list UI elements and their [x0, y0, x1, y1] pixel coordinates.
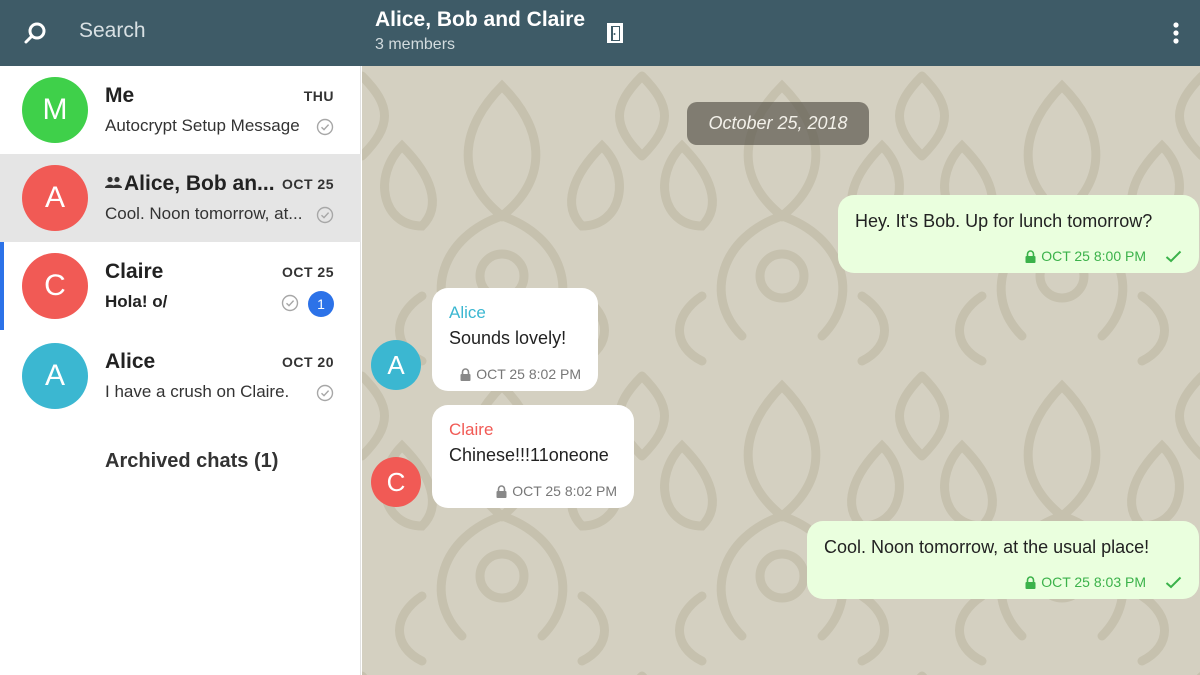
chat-member-count: 3 members: [375, 36, 456, 53]
chat-list: M Me THU Autocrypt Setup Message A Alice…: [0, 66, 361, 675]
chat-name: Me: [105, 84, 135, 107]
date-separator: October 25, 2018: [687, 102, 869, 145]
chat-name: Alice: [105, 350, 156, 373]
message-time: OCT 25 8:02 PM: [512, 483, 617, 499]
message-time: OCT 25 8:03 PM: [1041, 574, 1146, 590]
avatar: C: [22, 253, 88, 319]
search-input[interactable]: Search: [79, 19, 146, 43]
chat-title[interactable]: Alice, Bob and Claire: [375, 8, 585, 32]
archived-chats-link[interactable]: Archived chats (1): [105, 450, 278, 473]
incoming-message-bubble[interactable]: Claire Chinese!!!11oneone OCT 25 8:02 PM: [432, 405, 634, 508]
check-icon: [1165, 576, 1182, 588]
message-meta: OCT 25 8:00 PM: [1025, 248, 1182, 264]
chat-list-item[interactable]: C Claire OCT 25 Hola! o/ 1: [0, 242, 361, 330]
lock-icon: [1025, 575, 1036, 589]
chat-date: OCT 20: [281, 354, 334, 370]
chat-list-item[interactable]: M Me THU Autocrypt Setup Message: [0, 66, 361, 154]
chat-preview: Hola! o/: [105, 292, 168, 311]
message-text: Sounds lovely!: [449, 328, 567, 348]
menu-icon[interactable]: [1166, 20, 1186, 46]
chat-preview: Cool. Noon tomorrow, at...: [105, 204, 303, 223]
delivered-icon: [316, 118, 334, 136]
lock-icon: [496, 484, 507, 498]
chat-date: OCT 25: [281, 264, 334, 280]
message-text: Hey. It's Bob. Up for lunch tomorrow?: [855, 211, 1153, 231]
outgoing-message-bubble[interactable]: Hey. It's Bob. Up for lunch tomorrow? OC…: [838, 195, 1199, 273]
sender-avatar[interactable]: A: [371, 340, 421, 390]
avatar: A: [22, 343, 88, 409]
top-bar: Search Alice, Bob and Claire 3 members: [0, 0, 1200, 66]
delivered-icon: [316, 384, 334, 402]
search-icon[interactable]: [23, 20, 49, 46]
chat-list-item[interactable]: A Alice OCT 20 I have a crush on Claire.: [0, 332, 361, 420]
avatar: M: [22, 77, 88, 143]
message-meta: OCT 25 8:02 PM: [496, 483, 617, 499]
message-text: Cool. Noon tomorrow, at the usual place!: [824, 537, 1150, 557]
chat-name-text: Alice, Bob an...: [124, 172, 275, 195]
message-meta: OCT 25 8:03 PM: [1025, 574, 1182, 590]
sender-name[interactable]: Alice: [449, 303, 486, 323]
chat-preview: I have a crush on Claire.: [105, 382, 290, 401]
check-icon: [1165, 250, 1182, 262]
chat-list-item-selected[interactable]: A Alice, Bob an... OCT 25 Cool. Noon tom…: [0, 154, 361, 242]
chat-date: OCT 25: [281, 176, 334, 192]
chat-name: Alice, Bob an...: [105, 172, 275, 196]
outgoing-message-bubble[interactable]: Cool. Noon tomorrow, at the usual place!…: [807, 521, 1199, 599]
lock-icon: [1025, 249, 1036, 263]
unread-badge: 1: [308, 291, 334, 317]
avatar: A: [22, 165, 88, 231]
delivered-icon: [281, 294, 299, 312]
delivered-icon: [316, 206, 334, 224]
chat-preview: Autocrypt Setup Message: [105, 116, 300, 135]
conversation-pane: October 25, 2018 Hey. It's Bob. Up for l…: [362, 66, 1200, 675]
message-time: OCT 25 8:02 PM: [476, 366, 581, 382]
message-meta: OCT 25 8:02 PM: [460, 366, 581, 382]
chat-date: THU: [303, 88, 334, 104]
group-icon: [105, 176, 122, 188]
door-icon[interactable]: [606, 22, 624, 44]
message-text: Chinese!!!11oneone: [449, 445, 609, 465]
message-time: OCT 25 8:00 PM: [1041, 248, 1146, 264]
lock-icon: [460, 367, 471, 381]
chat-name: Claire: [105, 260, 164, 283]
sender-name[interactable]: Claire: [449, 420, 493, 440]
incoming-message-bubble[interactable]: Alice Sounds lovely! OCT 25 8:02 PM: [432, 288, 598, 391]
sender-avatar[interactable]: C: [371, 457, 421, 507]
